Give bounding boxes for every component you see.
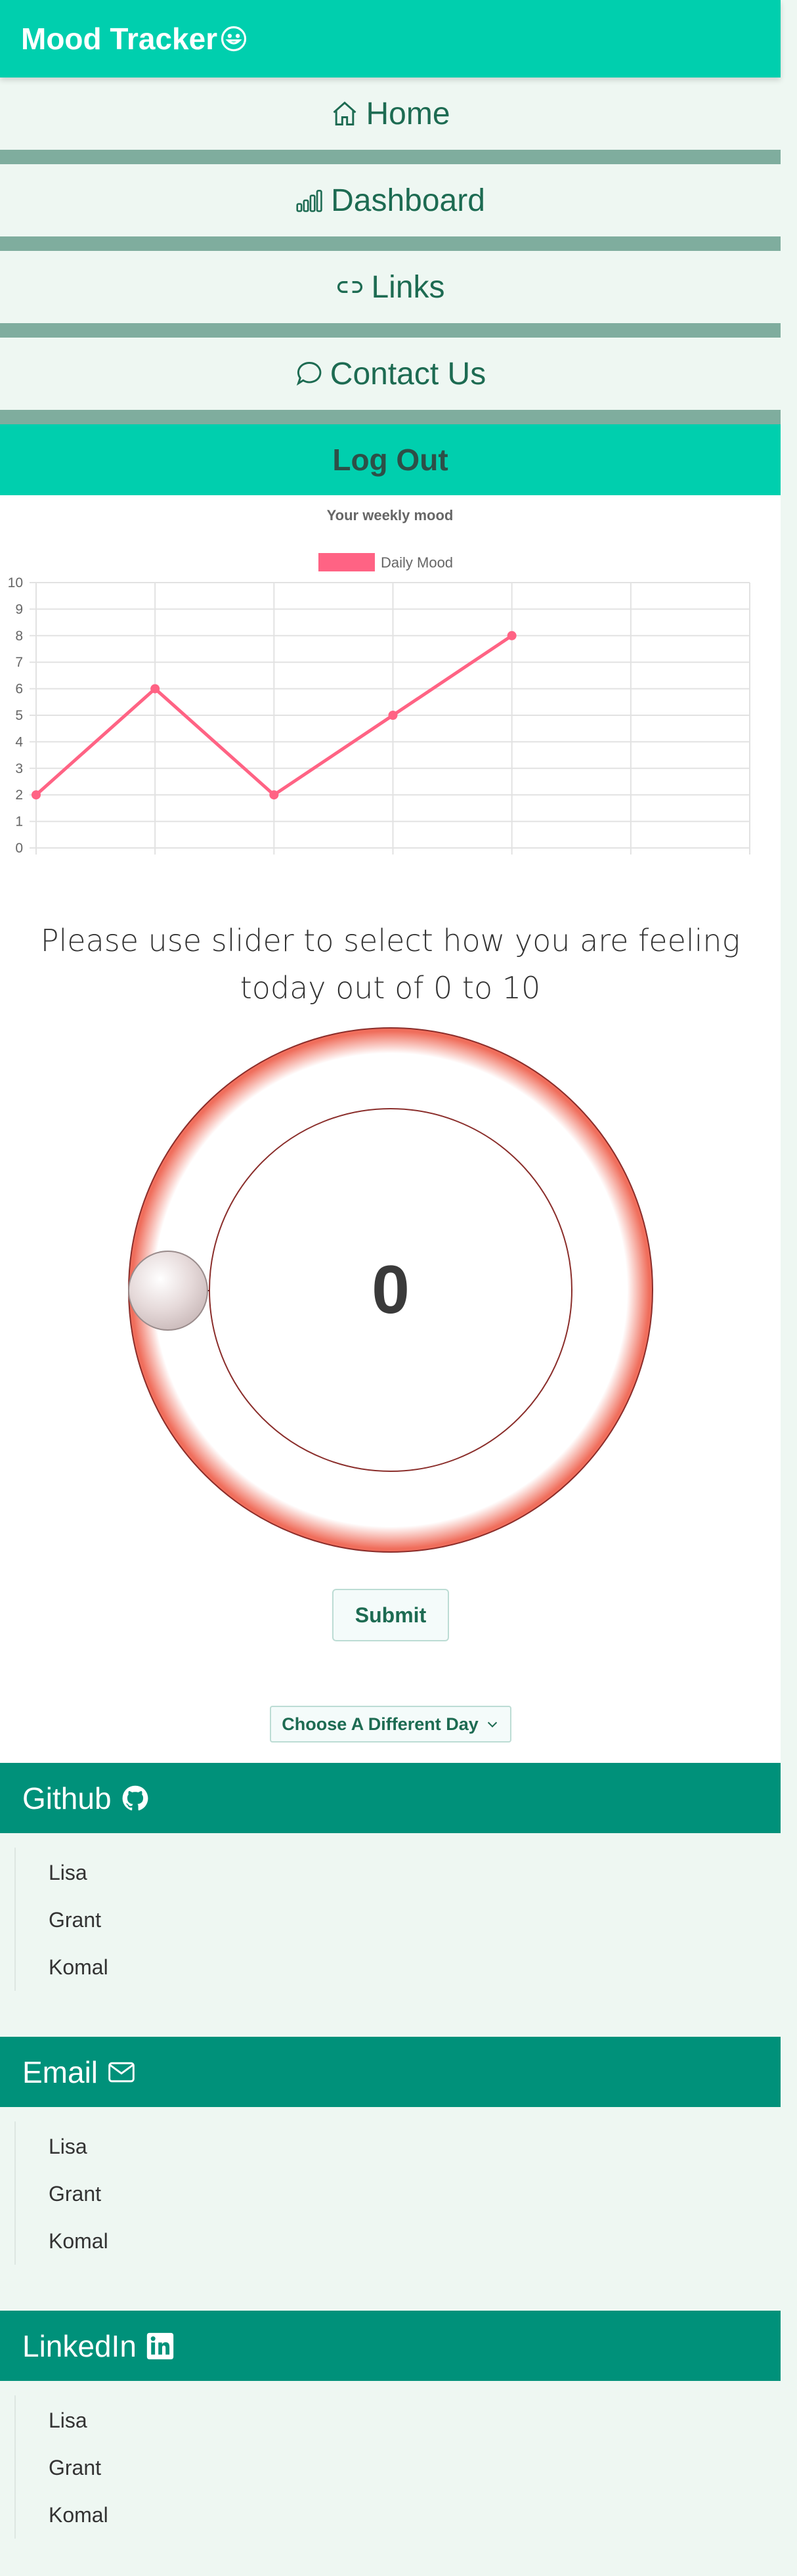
signal-bars-icon <box>296 190 322 212</box>
chat-bubble-icon <box>296 362 322 386</box>
github-link-grant[interactable]: Grant <box>49 1896 781 1943</box>
github-list: Lisa Grant Komal <box>14 1848 781 1991</box>
y-tick-label: 1 <box>15 814 23 830</box>
day-select[interactable]: Choose A Different Day <box>270 1706 511 1743</box>
data-point[interactable] <box>507 631 517 640</box>
nav-item-home[interactable]: Home <box>0 78 781 150</box>
x-tick-label: Friday <box>492 861 532 863</box>
x-tick-label: Wednesday <box>236 861 312 863</box>
legend-swatch <box>318 553 375 571</box>
footer-spacer <box>0 2265 781 2311</box>
linkedin-list: Lisa Grant Komal <box>14 2395 781 2539</box>
day-select-label: Choose A Different Day <box>282 1714 479 1734</box>
email-link-grant[interactable]: Grant <box>49 2170 781 2217</box>
y-tick-label: 6 <box>15 682 23 697</box>
footer: Github Lisa Grant Komal Email Lisa Grant… <box>0 1763 781 2539</box>
footer-header-email: Email <box>0 2037 781 2107</box>
y-tick-label: 2 <box>15 788 23 803</box>
email-link-komal[interactable]: Komal <box>49 2217 781 2265</box>
brand-title: Mood Tracker <box>21 22 218 56</box>
footer-spacer <box>0 1991 781 2037</box>
github-icon <box>122 1785 148 1810</box>
mood-dial[interactable]: 0 <box>128 1027 653 1553</box>
mood-panel: Your weekly mood Daily Mood 0 1 2 3 4 5 6 7 8 9 10… <box>0 495 781 1763</box>
x-tick-label: Sunday <box>727 861 776 863</box>
chevron-down-icon <box>487 1721 497 1728</box>
envelope-icon <box>108 2062 135 2082</box>
nav-divider <box>0 410 781 424</box>
data-point[interactable] <box>32 790 41 800</box>
nav-item-contact[interactable]: Contact Us <box>0 338 781 410</box>
footer-title-github: Github <box>22 1781 112 1815</box>
footer-title-email: Email <box>22 2054 98 2089</box>
nav-divider <box>0 150 781 164</box>
dial-center: 0 <box>209 1108 572 1472</box>
brand[interactable]: Mood Tracker <box>21 21 248 56</box>
linkedin-link-komal[interactable]: Komal <box>49 2491 781 2539</box>
chart-legend[interactable]: Daily Mood <box>318 553 453 571</box>
house-icon <box>333 101 356 125</box>
footer-header-github: Github <box>0 1763 781 1833</box>
nav-item-links[interactable]: Links <box>0 251 781 323</box>
submit-button[interactable]: Submit <box>332 1589 449 1641</box>
weekly-mood-chart: Your weekly mood Daily Mood 0 1 2 3 4 5 6 7 8 9 10… <box>7 507 776 863</box>
y-tick-label: 3 <box>15 761 23 776</box>
linkedin-icon <box>146 2332 174 2359</box>
nav-label-contact: Contact Us <box>330 356 486 391</box>
data-point[interactable] <box>269 790 279 800</box>
data-point[interactable] <box>150 684 160 694</box>
data-point[interactable] <box>388 711 398 720</box>
main-nav: Home Dashboard Links Contact Us Log Out <box>0 78 781 495</box>
x-tick-label: Tuesday <box>127 861 183 863</box>
linkedin-link-grant[interactable]: Grant <box>49 2444 781 2491</box>
smiley-icon <box>221 26 247 52</box>
top-bar: Mood Tracker <box>0 0 781 78</box>
footer-title-linkedin: LinkedIn <box>22 2328 137 2363</box>
nav-label-dashboard: Dashboard <box>331 183 485 218</box>
logout-button[interactable]: Log Out <box>0 424 781 495</box>
mood-prompt: Please use slider to select how you are … <box>40 923 741 1006</box>
legend-label: Daily Mood <box>381 554 453 571</box>
x-tick-label: Monday <box>7 861 58 863</box>
y-tick-label: 9 <box>15 602 23 617</box>
y-tick-label: 10 <box>8 575 23 590</box>
linkedin-link-lisa[interactable]: Lisa <box>49 2397 781 2444</box>
footer-header-linkedin: LinkedIn <box>0 2311 781 2381</box>
y-tick-label: 4 <box>15 734 23 749</box>
y-tick-label: 0 <box>15 841 23 856</box>
github-link-lisa[interactable]: Lisa <box>49 1849 781 1896</box>
x-tick-label: Thursday <box>363 861 423 863</box>
y-tick-label: 5 <box>15 708 23 723</box>
y-tick-label: 7 <box>15 655 23 670</box>
chart-title: Your weekly mood <box>327 507 454 523</box>
mood-value: 0 <box>372 1251 410 1328</box>
nav-item-dashboard[interactable]: Dashboard <box>0 164 781 236</box>
github-link-komal[interactable]: Komal <box>49 1943 781 1991</box>
nav-divider <box>0 236 781 251</box>
link-icon <box>337 281 363 293</box>
x-tick-label: Saturday <box>602 861 660 863</box>
y-tick-label: 8 <box>15 629 23 644</box>
email-list: Lisa Grant Komal <box>14 2121 781 2265</box>
email-link-lisa[interactable]: Lisa <box>49 2123 781 2170</box>
dial-handle[interactable] <box>128 1251 208 1331</box>
nav-label-home: Home <box>366 96 450 131</box>
nav-divider <box>0 323 781 338</box>
nav-label-links: Links <box>371 269 445 305</box>
